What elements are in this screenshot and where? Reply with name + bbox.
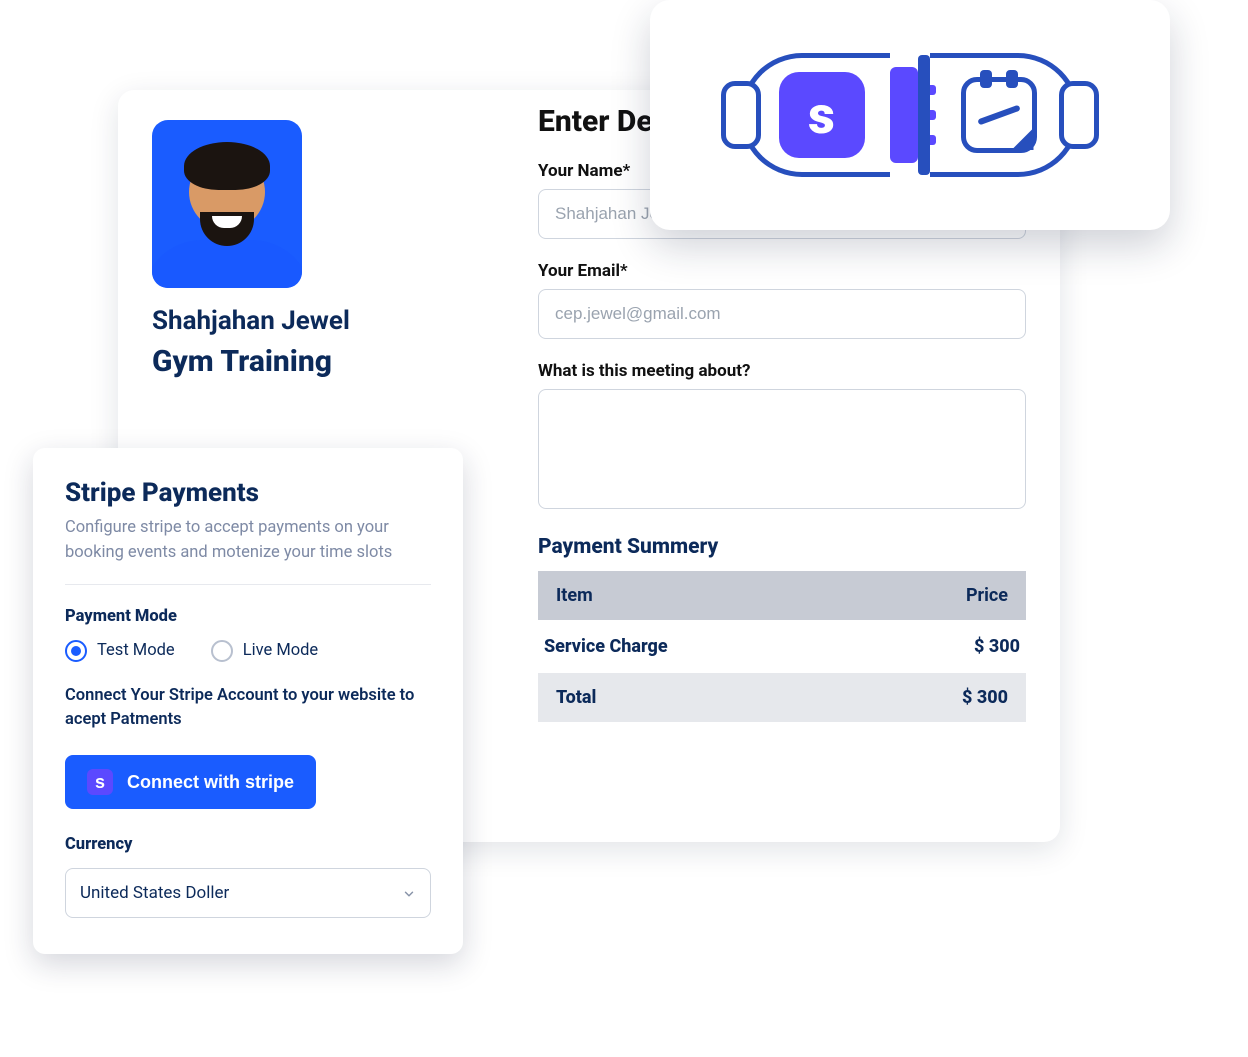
radio-live-mode[interactable]: Live Mode [211,640,319,662]
radio-icon [211,640,233,662]
currency-value: United States Doller [80,883,229,903]
stripe-icon: s [87,769,113,795]
calendar-icon [961,77,1037,153]
profile-section: Shahjahan Jewel Gym Training [152,120,442,379]
radio-label: Test Mode [97,641,175,660]
connect-stripe-button[interactable]: s Connect with stripe [65,755,316,809]
payment-mode-group: Test Mode Live Mode [65,640,431,662]
total-value: $ 300 [842,673,1026,722]
col-item: Item [538,571,842,620]
email-label: Your Email* [538,261,1026,281]
plug-socket-icon [918,55,930,175]
email-input[interactable] [538,289,1026,339]
about-textarea[interactable] [538,389,1026,509]
total-row: Total $ 300 [538,673,1026,722]
plug-left: s [740,53,890,177]
stripe-icon: s [779,72,865,158]
radio-test-mode[interactable]: Test Mode [65,640,175,662]
table-header-row: Item Price [538,571,1026,620]
payment-summary-heading: Payment Summery [538,535,1026,559]
radio-icon [65,640,87,662]
chevron-down-icon [402,886,416,900]
radio-label: Live Mode [243,641,319,660]
charge-value: $ 300 [842,620,1026,673]
about-label: What is this meeting about? [538,361,1026,381]
plug-prongs-icon [890,67,918,163]
avatar-image [152,120,302,288]
integration-illustration: s [650,0,1170,230]
divider [65,584,431,585]
currency-select[interactable]: United States Doller [65,868,431,918]
plug-right [930,53,1080,177]
connect-note: Connect Your Stripe Account to your webs… [65,684,431,734]
payment-mode-label: Payment Mode [65,607,431,626]
currency-label: Currency [65,835,431,854]
profile-name: Shahjahan Jewel [152,306,442,336]
stripe-settings-panel: Stripe Payments Configure stripe to acce… [33,448,463,954]
service-charge-row: Service Charge $ 300 [538,620,1026,673]
connect-button-label: Connect with stripe [127,772,294,793]
stripe-title: Stripe Payments [65,478,431,508]
payment-summary-table: Item Price Service Charge $ 300 Total $ … [538,571,1026,722]
total-label: Total [538,673,842,722]
col-price: Price [842,571,1026,620]
stripe-description: Configure stripe to accept payments on y… [65,516,431,566]
charge-label: Service Charge [538,620,842,673]
profile-title: Gym Training [152,344,442,379]
